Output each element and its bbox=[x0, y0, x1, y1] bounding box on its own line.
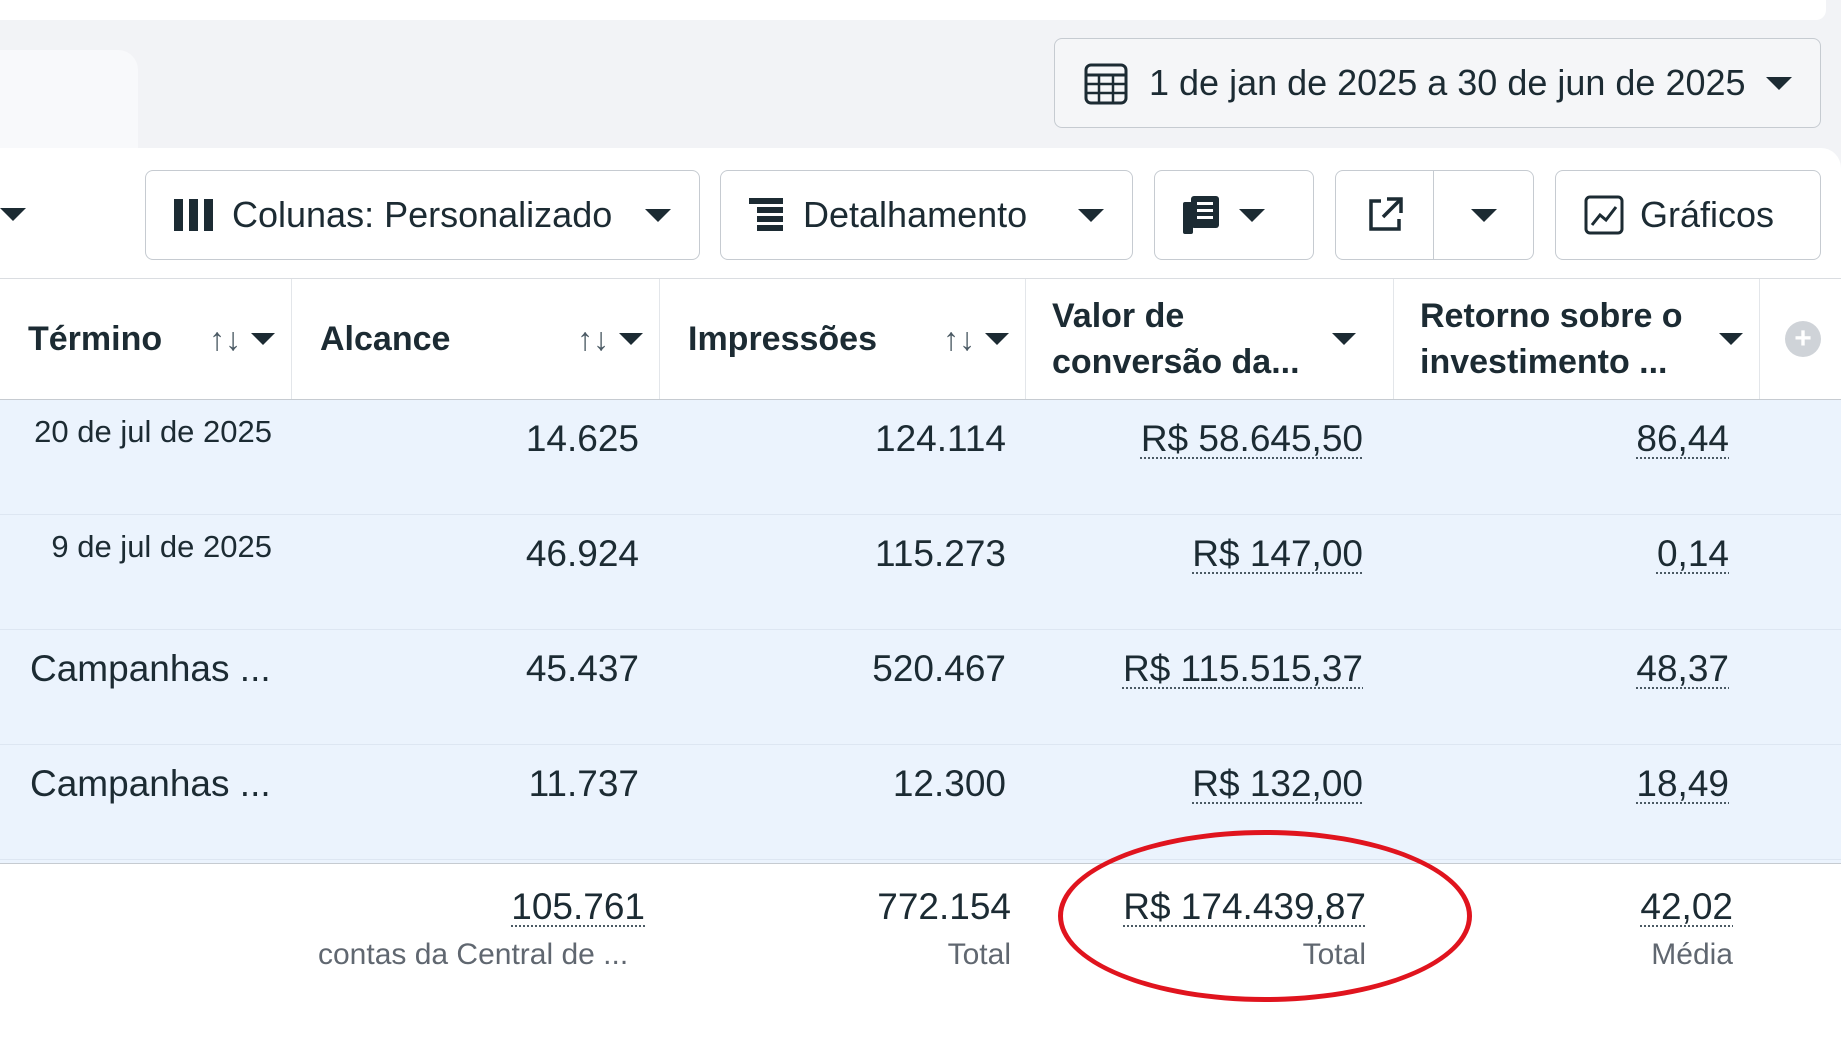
cell-roas[interactable]: 86,44 bbox=[1636, 418, 1729, 460]
column-header-end[interactable]: Término ↑↓ bbox=[0, 279, 292, 399]
column-header-label: Valor de conversão da... bbox=[1052, 297, 1300, 381]
sort-icon[interactable]: ↑↓ bbox=[577, 321, 609, 358]
chevron-down-icon bbox=[1766, 76, 1792, 90]
cell-conversion-value[interactable]: R$ 132,00 bbox=[1192, 763, 1363, 805]
total-roas-note: Média bbox=[1651, 938, 1733, 971]
columns-label: Colunas: Personalizado bbox=[232, 194, 613, 235]
external-link-icon bbox=[1368, 197, 1403, 231]
cell-conversion-value[interactable]: R$ 115.515,37 bbox=[1123, 648, 1363, 690]
total-impressions-note: Total bbox=[947, 938, 1011, 971]
chevron-down-icon bbox=[645, 208, 671, 222]
cell-roas[interactable]: 0,14 bbox=[1657, 533, 1729, 575]
cell-end: Campanhas ... bbox=[30, 648, 271, 689]
breakdown-button[interactable]: Detalhamento bbox=[720, 170, 1133, 260]
table-row[interactable]: Campanhas ... 11.737 12.300 R$ 132,00 18… bbox=[0, 745, 1841, 860]
column-header-label: Alcance bbox=[320, 320, 451, 358]
columns-button[interactable]: Colunas: Personalizado bbox=[145, 170, 700, 260]
chevron-down-icon bbox=[1078, 208, 1104, 222]
total-impressions: 772.154 bbox=[877, 886, 1011, 927]
cell-conversion-value[interactable]: R$ 147,00 bbox=[1192, 533, 1363, 575]
cell-end: 9 de jul de 2025 bbox=[51, 529, 272, 564]
add-column-icon[interactable]: + bbox=[1785, 321, 1821, 357]
cell-end: 20 de jul de 2025 bbox=[34, 414, 272, 449]
column-header-label: Término bbox=[28, 320, 163, 358]
table-row[interactable]: Campanhas ... 45.437 520.467 R$ 115.515,… bbox=[0, 630, 1841, 745]
cell-impressions: 12.300 bbox=[892, 763, 1006, 804]
column-header-roas[interactable]: Retorno sobre o investimento ... bbox=[1394, 279, 1760, 399]
chevron-down-icon bbox=[1470, 208, 1497, 222]
sort-icon[interactable]: ↑↓ bbox=[209, 321, 241, 358]
left-tab[interactable] bbox=[0, 50, 138, 154]
column-header-reach[interactable]: Alcance ↑↓ bbox=[292, 279, 660, 399]
table-body: 20 de jul de 2025 14.625 124.114 R$ 58.6… bbox=[0, 400, 1841, 863]
chevron-down-icon bbox=[1239, 208, 1265, 222]
table-header: Término ↑↓ Alcance ↑↓ Impressões ↑↓ Valo… bbox=[0, 278, 1841, 400]
date-range-picker[interactable]: 1 de jan de 2025 a 30 de jun de 2025 bbox=[1054, 38, 1821, 128]
total-reach-note: contas da Central de ... bbox=[318, 938, 629, 971]
cell-reach: 45.437 bbox=[525, 648, 639, 689]
cell-conversion-value[interactable]: R$ 58.645,50 bbox=[1141, 418, 1363, 460]
export-split-button bbox=[1335, 170, 1534, 260]
total-conversion-value-note: Total bbox=[1302, 938, 1366, 971]
cell-reach: 14.625 bbox=[525, 418, 639, 459]
cell-roas[interactable]: 18,49 bbox=[1636, 763, 1729, 805]
export-menu-button[interactable] bbox=[1434, 171, 1533, 259]
cell-roas[interactable]: 48,37 bbox=[1636, 648, 1729, 690]
cell-impressions: 124.114 bbox=[875, 418, 1006, 459]
breakdown-icon bbox=[749, 198, 783, 231]
chevron-down-icon[interactable] bbox=[985, 333, 1009, 345]
cell-reach: 46.924 bbox=[525, 533, 639, 574]
total-roas[interactable]: 42,02 bbox=[1640, 886, 1733, 928]
cell-reach: 11.737 bbox=[528, 763, 639, 804]
calendar-icon bbox=[1084, 63, 1128, 105]
date-range-label: 1 de jan de 2025 a 30 de jun de 2025 bbox=[1149, 62, 1746, 103]
reports-icon bbox=[1183, 196, 1219, 234]
charts-label: Gráficos bbox=[1640, 194, 1775, 235]
column-header-impressions[interactable]: Impressões ↑↓ bbox=[660, 279, 1026, 399]
report-panel: Colunas: Personalizado Detalhamento Gráf… bbox=[0, 148, 1841, 1039]
chevron-down-icon[interactable] bbox=[251, 333, 275, 345]
sort-icon[interactable]: ↑↓ bbox=[943, 321, 975, 358]
total-reach[interactable]: 105.761 bbox=[511, 886, 645, 928]
chart-icon bbox=[1584, 195, 1624, 235]
column-header-label: Retorno sobre o investimento ... bbox=[1420, 297, 1683, 381]
columns-icon bbox=[174, 199, 213, 231]
cell-impressions: 520.467 bbox=[872, 648, 1006, 689]
breakdown-label: Detalhamento bbox=[803, 194, 1028, 235]
column-header-conversion-value[interactable]: Valor de conversão da... bbox=[1026, 279, 1394, 399]
table-row[interactable]: 9 de jul de 2025 46.924 115.273 R$ 147,0… bbox=[0, 515, 1841, 630]
cell-end: Campanhas ... bbox=[30, 763, 271, 804]
table-totals-row: 105.761 contas da Central de ... 772.154… bbox=[0, 863, 1841, 1039]
chevron-down-icon[interactable] bbox=[1719, 333, 1743, 345]
cell-impressions: 115.273 bbox=[875, 533, 1006, 574]
total-conversion-value[interactable]: R$ 174.439,87 bbox=[1123, 886, 1366, 928]
column-header-label: Impressões bbox=[688, 320, 877, 358]
charts-button[interactable]: Gráficos bbox=[1555, 170, 1821, 260]
chevron-down-icon[interactable] bbox=[1332, 333, 1356, 345]
export-button[interactable] bbox=[1336, 171, 1434, 259]
chevron-down-icon[interactable] bbox=[0, 208, 26, 221]
table-row[interactable]: 20 de jul de 2025 14.625 124.114 R$ 58.6… bbox=[0, 400, 1841, 515]
top-strip bbox=[0, 0, 1826, 20]
chevron-down-icon[interactable] bbox=[619, 333, 643, 345]
reports-button[interactable] bbox=[1154, 170, 1314, 260]
